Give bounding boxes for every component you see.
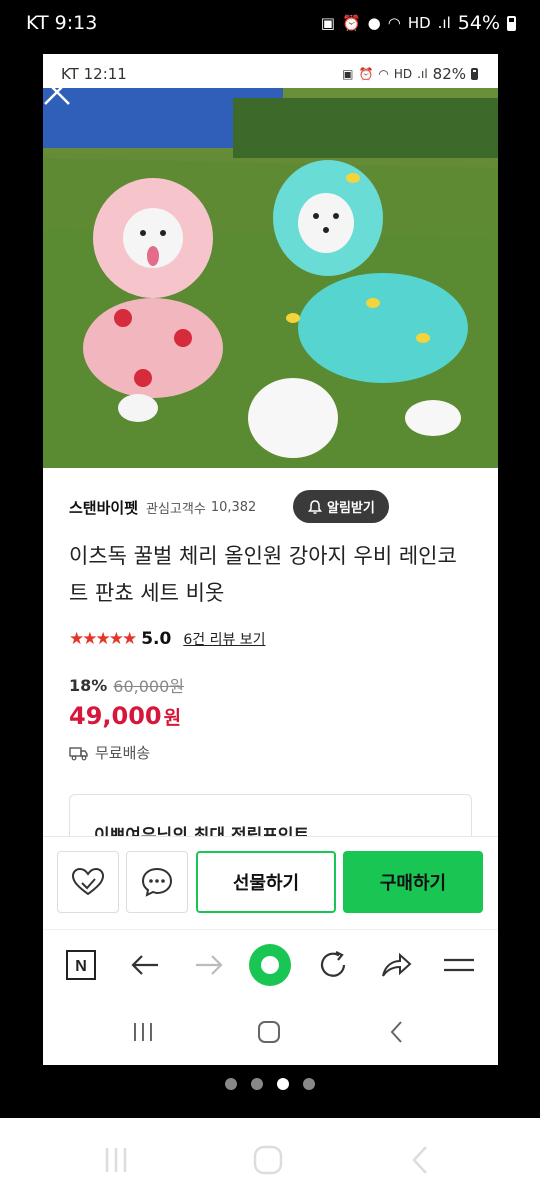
shared-screenshot: KT 12:11 ▣ ⏰ ◠ HD .ıl 82% 스탠바이펫 관심고객수 10… xyxy=(43,54,498,1065)
pager-dot[interactable] xyxy=(303,1078,315,1090)
browser-toolbar: N xyxy=(43,929,498,999)
recents-button[interactable] xyxy=(98,1142,134,1178)
store-name[interactable]: 스탠바이펫 xyxy=(69,497,138,518)
home-button[interactable] xyxy=(250,1142,286,1178)
discount-row: 18% 60,000원 xyxy=(69,673,184,697)
forward-arrow-icon[interactable] xyxy=(190,946,228,984)
star-rating-icon: ★★★★★ xyxy=(69,629,137,649)
wifi-icon: ◠ xyxy=(387,13,401,32)
back-button[interactable] xyxy=(402,1142,438,1178)
buy-button[interactable]: 구매하기 xyxy=(343,851,483,913)
naver-icon[interactable]: N xyxy=(62,946,100,984)
discount-percent: 18% xyxy=(69,675,108,695)
signal-icon: .ıl xyxy=(437,13,451,32)
system-nav-bar xyxy=(0,1118,540,1200)
pager-dot[interactable] xyxy=(251,1078,263,1090)
store-row: 스탠바이펫 관심고객수 10,382 알림받기 xyxy=(69,490,474,524)
truck-icon xyxy=(69,746,88,760)
shipping-label: 무료배송 xyxy=(95,744,151,762)
share-icon[interactable] xyxy=(377,946,415,984)
sale-price-unit: 원 xyxy=(163,707,182,729)
review-link[interactable]: 6건 리뷰 보기 xyxy=(183,629,265,649)
home-icon xyxy=(254,1017,284,1047)
alert-subscribe-button[interactable]: 알림받기 xyxy=(293,490,389,523)
gift-button[interactable]: 선물하기 xyxy=(196,851,336,913)
battery-icon xyxy=(471,68,478,80)
recents-icon xyxy=(105,1148,127,1172)
outer-status-bar: KT 9:13 ▣ ⏰ ● ◠ HD .ıl 54% xyxy=(0,0,540,52)
heart-icon xyxy=(71,867,105,896)
home-green-icon[interactable] xyxy=(248,943,292,987)
alarm-icon: ⏰ xyxy=(358,67,374,81)
bell-plus-icon xyxy=(308,499,322,514)
rating-row: ★★★★★ 5.0 6건 리뷰 보기 xyxy=(69,627,266,651)
location-icon: ● xyxy=(367,13,381,32)
refresh-icon[interactable] xyxy=(314,946,352,984)
nfc-icon: ▣ xyxy=(342,67,354,81)
pager-dot-active[interactable] xyxy=(277,1078,289,1090)
original-price: 60,000원 xyxy=(113,677,185,696)
inner-status-bar: KT 12:11 ▣ ⏰ ◠ HD .ıl 82% xyxy=(43,54,498,92)
hd-icon: HD xyxy=(393,67,413,81)
purchase-action-bar: 선물하기 구매하기 xyxy=(43,836,498,924)
product-photo-dogs xyxy=(43,88,498,468)
back-icon xyxy=(382,1017,412,1047)
followers-label: 관심고객수 xyxy=(146,501,206,517)
hd-icon: HD xyxy=(407,13,431,32)
product-title: 이츠독 꿀벌 체리 올인원 강아지 우비 레인코트 판쵸 세트 비옷 xyxy=(69,544,457,605)
sale-price: 49,000 원 xyxy=(69,702,181,730)
battery-icon xyxy=(507,15,516,31)
alarm-icon: ⏰ xyxy=(341,13,361,32)
nfc-icon: ▣ xyxy=(320,13,335,32)
battery-percent: 54% xyxy=(457,12,500,34)
home-icon xyxy=(253,1145,283,1175)
status-icons: ▣ ⏰ ● ◠ HD .ıl 54% xyxy=(321,12,516,34)
close-button[interactable] xyxy=(43,78,70,105)
close-icon xyxy=(44,79,70,105)
menu-icon[interactable] xyxy=(440,946,478,984)
recents-icon xyxy=(128,1017,158,1047)
product-image[interactable] xyxy=(43,88,498,468)
wishlist-button[interactable] xyxy=(57,851,119,913)
pager-dot[interactable] xyxy=(225,1078,237,1090)
screenshot-pager-dots xyxy=(0,1078,540,1090)
inner-status-icons: ▣ ⏰ ◠ HD .ıl 82% xyxy=(342,65,478,83)
alert-button-label: 알림받기 xyxy=(327,501,375,516)
carrier-time: KT 9:13 xyxy=(26,12,98,34)
back-icon xyxy=(412,1146,427,1174)
followers-count: 10,382 xyxy=(210,499,257,515)
svg-text:N: N xyxy=(75,958,87,975)
talk-button[interactable] xyxy=(126,851,188,913)
back-arrow-icon[interactable] xyxy=(126,946,164,984)
wifi-icon: ◠ xyxy=(378,67,389,81)
rating-value: 5.0 xyxy=(141,629,172,649)
inner-system-nav xyxy=(43,999,498,1065)
inner-battery-percent: 82% xyxy=(432,65,466,83)
signal-icon: .ıl xyxy=(417,67,428,81)
sale-price-value: 49,000 xyxy=(69,702,162,730)
chat-bubble-icon xyxy=(141,867,173,897)
shipping-info: 무료배송 xyxy=(69,742,150,763)
